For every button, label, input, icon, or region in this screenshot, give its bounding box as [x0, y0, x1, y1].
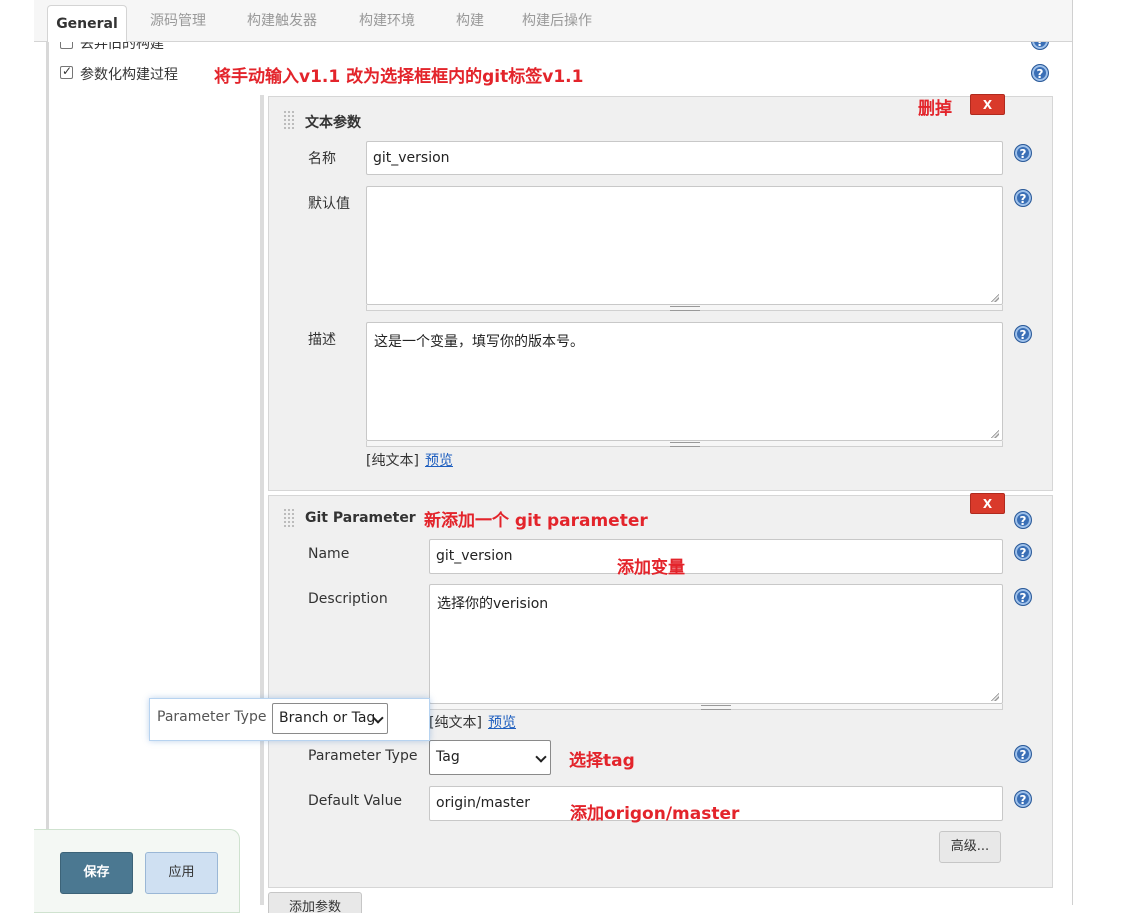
tab-source-control[interactable]: 源码管理	[150, 10, 206, 30]
delete-text-parameter-button[interactable]: X	[970, 94, 1005, 115]
add-parameter-button[interactable]: 添加参数	[268, 892, 362, 913]
resize-handle-icon[interactable]	[991, 693, 999, 701]
parameterized-checkbox[interactable]	[60, 64, 73, 79]
git-description-label: Description	[308, 591, 388, 607]
page-border	[1072, 0, 1073, 905]
resize-handle-icon[interactable]	[991, 430, 999, 438]
tab-build[interactable]: 构建	[456, 10, 484, 30]
default-value-label: 默认值	[308, 196, 350, 212]
help-icon[interactable]: ?	[1014, 144, 1032, 162]
preview-link[interactable]: 预览	[488, 712, 516, 732]
git-name-label: Name	[308, 546, 350, 562]
text-param-description-textarea[interactable]: 这是一个变量，填写你的版本号。	[366, 322, 1003, 441]
parameter-type-popup: Parameter Type Branch or Tag	[149, 698, 430, 741]
git-param-description-textarea[interactable]: 选择你的verision	[429, 584, 1003, 704]
parameter-rail	[260, 95, 264, 905]
help-icon[interactable]: ?	[1031, 42, 1049, 50]
annotation-select-tag-note: 选择tag	[569, 751, 635, 771]
popup-parameter-type-label: Parameter Type	[157, 709, 267, 725]
parameter-type-select[interactable]: Tag	[429, 740, 551, 775]
resize-handle-icon[interactable]	[991, 294, 999, 302]
parameter-type-value: Tag	[436, 749, 460, 765]
popup-parameter-type-value: Branch or Tag	[279, 710, 376, 726]
parameter-type-label: Parameter Type	[308, 748, 418, 764]
popup-parameter-type-select[interactable]: Branch or Tag	[272, 703, 388, 734]
drag-handle-icon[interactable]	[283, 110, 295, 130]
discard-old-row: 丢弃旧的构建	[59, 42, 359, 50]
git-param-name-input[interactable]: git_version	[429, 539, 1003, 574]
chevron-down-icon	[535, 750, 547, 763]
tab-build-environment[interactable]: 构建环境	[359, 10, 415, 30]
tab-post-build[interactable]: 构建后操作	[522, 10, 592, 30]
help-icon[interactable]: ?	[1014, 543, 1032, 561]
text-param-default-textarea[interactable]	[366, 186, 1003, 305]
drag-handle-icon[interactable]	[283, 508, 295, 528]
help-icon[interactable]: ?	[1031, 64, 1049, 82]
textarea-grip[interactable]	[366, 441, 1003, 447]
tab-build-triggers[interactable]: 构建触发器	[247, 10, 317, 30]
tab-general[interactable]: General	[47, 5, 127, 43]
discard-old-checkbox[interactable]	[60, 42, 73, 49]
help-icon[interactable]: ?	[1014, 325, 1032, 343]
git-parameter-title: Git Parameter	[305, 510, 416, 526]
text-parameter-title: 文本参数	[305, 115, 361, 131]
text-param-name-input[interactable]: git_version	[366, 141, 1003, 175]
preview-link[interactable]: 预览	[425, 450, 453, 470]
plain-text-label: [纯文本]	[366, 453, 419, 469]
help-discard-clip: ?	[1030, 42, 1050, 50]
save-button[interactable]: 保存	[60, 852, 133, 894]
advanced-button[interactable]: 高级...	[939, 831, 1001, 863]
annotation-delete-note: 删掉	[918, 99, 952, 119]
delete-git-parameter-button[interactable]: X	[970, 493, 1005, 514]
discard-old-label: 丢弃旧的构建	[80, 42, 164, 50]
annotation-default-note: 添加origon/master	[570, 804, 740, 824]
annotation-git-param-note: 新添加一个 git parameter	[424, 511, 648, 531]
help-icon[interactable]: ?	[1014, 189, 1032, 207]
description-label: 描述	[308, 332, 336, 348]
name-label: 名称	[308, 151, 336, 167]
textarea-grip[interactable]	[429, 704, 1003, 710]
default-value-label: Default Value	[308, 793, 403, 809]
section-rail	[46, 42, 49, 902]
parameterized-label: 参数化构建过程	[80, 67, 178, 83]
help-icon[interactable]: ?	[1014, 790, 1032, 808]
help-icon[interactable]: ?	[1014, 511, 1032, 529]
plain-text-label: [纯文本]	[429, 715, 482, 731]
help-icon[interactable]: ?	[1014, 745, 1032, 763]
textarea-grip[interactable]	[366, 305, 1003, 311]
annotation-top-note: 将手动输入v1.1 改为选择框框内的git标签v1.1	[214, 67, 584, 87]
help-icon[interactable]: ?	[1014, 588, 1032, 606]
apply-button[interactable]: 应用	[145, 852, 218, 894]
add-parameter-clip: 添加参数	[268, 892, 363, 913]
annotation-add-var-note: 添加变量	[617, 558, 685, 578]
